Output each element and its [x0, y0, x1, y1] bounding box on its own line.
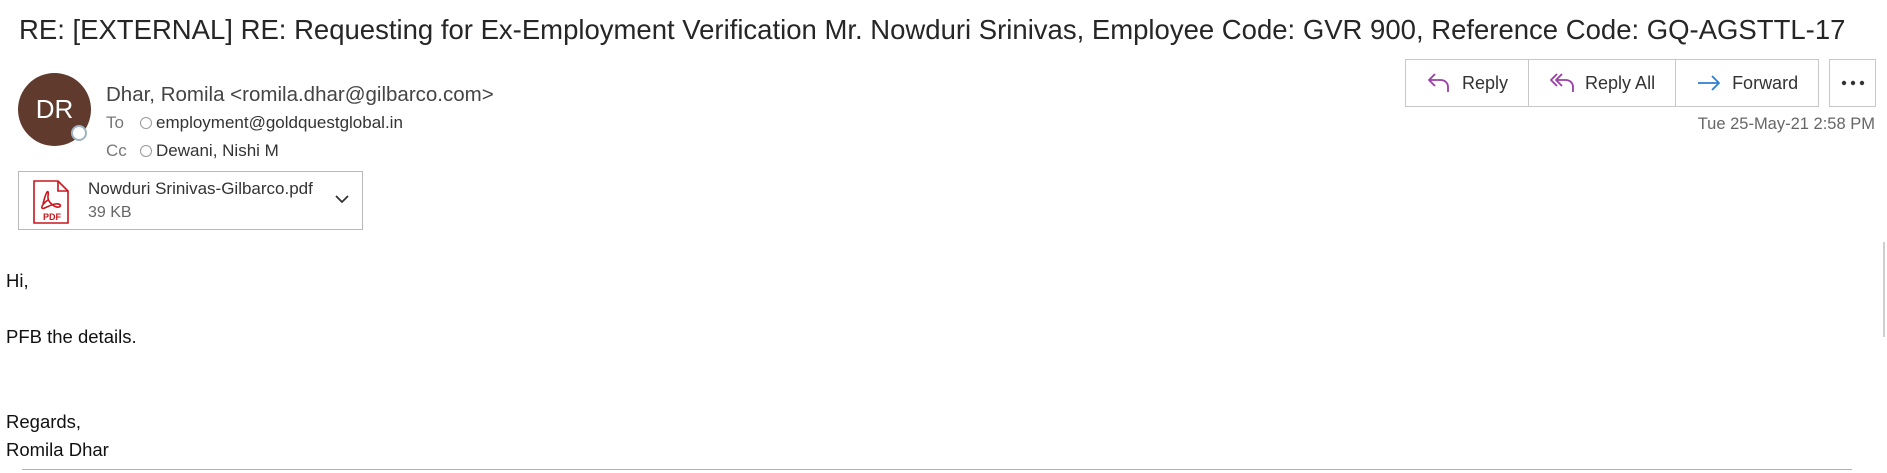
cc-recipient[interactable]: Dewani, Nishi M: [140, 141, 279, 161]
recipient-status-icon: [140, 145, 152, 157]
pdf-icon-label: PDF: [43, 212, 61, 222]
cc-recipient-text: Dewani, Nishi M: [156, 141, 279, 160]
recipient-status-icon: [140, 117, 152, 129]
presence-status-icon: [71, 125, 87, 141]
reply-label: Reply: [1462, 72, 1509, 93]
to-recipient-text: employment@goldquestglobal.in: [156, 113, 403, 132]
more-options-button[interactable]: [1829, 59, 1876, 107]
sent-date: Tue 25-May-21 2:58 PM: [1697, 115, 1875, 133]
to-recipient[interactable]: employment@goldquestglobal.in: [140, 113, 403, 133]
body-signature: Romila Dhar: [6, 439, 109, 460]
attachment-name: Nowduri Srinivas-Gilbarco.pdf: [88, 179, 313, 198]
body-line: PFB the details.: [6, 326, 137, 347]
scrollbar[interactable]: [1883, 242, 1885, 337]
more-options-icon: [1841, 80, 1864, 86]
body-closing: Regards,: [6, 411, 82, 432]
reply-all-icon: [1550, 73, 1574, 92]
to-label: To: [106, 113, 124, 132]
forward-label: Forward: [1732, 72, 1799, 93]
divider: [22, 469, 1852, 470]
reply-icon: [1428, 73, 1449, 92]
reply-all-label: Reply All: [1585, 72, 1656, 93]
cc-label: Cc: [106, 141, 127, 160]
attachment-card[interactable]: PDF Nowduri Srinivas-Gilbarco.pdf 39 KB: [18, 171, 363, 230]
sender-name[interactable]: Dhar, Romila <romila.dhar@gilbarco.com>: [106, 83, 494, 107]
message-actions: Reply Reply All Forward: [1405, 59, 1820, 107]
forward-button[interactable]: Forward: [1675, 60, 1818, 106]
forward-icon: [1698, 75, 1720, 91]
chevron-down-icon[interactable]: [335, 194, 349, 204]
body-greeting: Hi,: [6, 270, 29, 291]
reply-button[interactable]: Reply: [1406, 60, 1528, 106]
attachment-size: 39 KB: [88, 204, 132, 221]
email-subject: RE: [EXTERNAL] RE: Requesting for Ex-Emp…: [19, 14, 1846, 45]
reply-all-button[interactable]: Reply All: [1528, 60, 1675, 106]
